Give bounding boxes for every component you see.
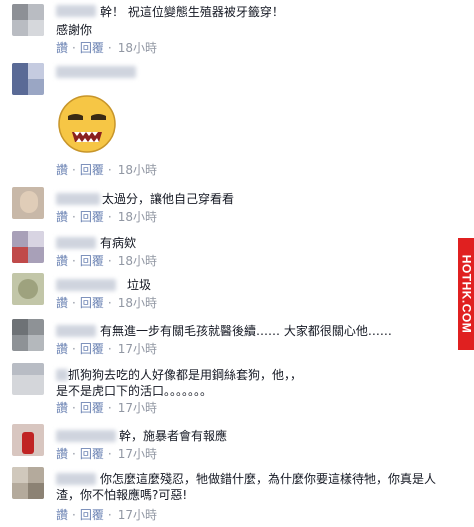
comment-text: 幹，施暴者會有報應 xyxy=(119,429,228,443)
separator: · xyxy=(72,163,76,177)
comment-text: 你怎麼這麼殘忍，牠做錯什麼，為什麼你要這樣待牠，你真是人 xyxy=(100,472,437,486)
commenter-name[interactable] xyxy=(56,430,116,442)
comment-text: 渣，你不怕報應嗎?可惡! xyxy=(56,488,188,502)
comment-actions: 讚 · 回覆 · 17小時 xyxy=(56,447,157,461)
separator: · xyxy=(107,508,112,522)
avatar[interactable] xyxy=(12,363,44,395)
timestamp[interactable]: 18小時 xyxy=(118,163,157,177)
timestamp[interactable]: 17小時 xyxy=(118,508,157,522)
comment-actions: 讚 · 回覆 · 17小時 xyxy=(56,342,157,356)
avatar[interactable] xyxy=(12,187,44,219)
like-link[interactable]: 讚 xyxy=(56,447,68,461)
comment-actions: 讚 · 回覆 · 18小時 xyxy=(56,254,157,268)
separator: · xyxy=(72,41,76,55)
separator: · xyxy=(107,401,112,415)
avatar[interactable] xyxy=(12,467,44,499)
commenter-name[interactable] xyxy=(56,193,100,205)
comment-text: 有病欸 xyxy=(100,236,137,250)
comment-actions: 讚 · 回覆 · 18小時 xyxy=(56,41,157,55)
watermark-text: HOTHK.COM xyxy=(459,254,473,334)
commenter-name[interactable] xyxy=(56,325,96,337)
separator: · xyxy=(107,447,112,461)
timestamp[interactable]: 18小時 xyxy=(118,210,157,224)
avatar[interactable] xyxy=(12,273,44,305)
commenter-name[interactable] xyxy=(56,237,96,249)
reply-link[interactable]: 回覆 xyxy=(80,401,104,415)
reply-link[interactable]: 回覆 xyxy=(80,447,104,461)
timestamp[interactable]: 17小時 xyxy=(118,401,157,415)
separator: · xyxy=(107,163,112,177)
reply-link[interactable]: 回覆 xyxy=(80,508,104,522)
comment-actions: 讚 · 回覆 · 17小時 xyxy=(56,401,157,415)
timestamp[interactable]: 18小時 xyxy=(118,296,157,310)
comment-text: 幹！ 祝這位變態生殖器被牙籤穿！ xyxy=(100,5,284,19)
separator: · xyxy=(107,210,112,224)
comment-actions: 讚 · 回覆 · 18小時 xyxy=(56,163,157,177)
like-link[interactable]: 讚 xyxy=(56,401,68,415)
avatar[interactable] xyxy=(12,319,44,351)
comment-text: 感謝你 xyxy=(56,23,93,37)
like-link[interactable]: 讚 xyxy=(56,163,68,177)
separator: · xyxy=(72,401,76,415)
commenter-name[interactable] xyxy=(56,66,136,78)
comment-text: 有無進一步有關毛孩就醫後續…… 大家都很關心他…… xyxy=(100,324,392,338)
watermark: HOTHK.COM xyxy=(458,238,474,350)
separator: · xyxy=(107,342,112,356)
comment-item: 抓狗狗去吃的人好像都是用鋼絲套狗，他，， 是不是虎口下的活口。。。。。。。 讚 ·… xyxy=(0,363,460,419)
comment-item: 有病欸 讚 · 回覆 · 18小時 xyxy=(0,231,460,271)
comment-text: 抓狗狗去吃的人好像都是用鋼絲套狗，他，， xyxy=(68,368,303,382)
comment-item: 你怎麼這麼殘忍，牠做錯什麼，為什麼你要這樣待牠，你真是人 渣，你不怕報應嗎?可惡… xyxy=(0,467,460,525)
timestamp[interactable]: 17小時 xyxy=(118,342,157,356)
comment-item: 讚 · 回覆 · 18小時 xyxy=(0,60,460,180)
separator: · xyxy=(72,210,76,224)
timestamp[interactable]: 18小時 xyxy=(118,41,157,55)
comment-item: 感謝你 讚 · 回覆 · 18小時 xyxy=(0,20,460,60)
separator: · xyxy=(72,342,76,356)
reply-link[interactable]: 回覆 xyxy=(80,342,104,356)
avatar[interactable] xyxy=(12,424,44,456)
comment-text: 太過分，讓他自己穿看看 xyxy=(102,192,235,206)
comment-item: 垃圾 讚 · 回覆 · 18小時 xyxy=(0,273,460,315)
comment-actions: 讚 · 回覆 · 18小時 xyxy=(56,296,157,310)
angry-face-sticker[interactable] xyxy=(56,92,118,154)
like-link[interactable]: 讚 xyxy=(56,210,68,224)
separator: · xyxy=(107,254,112,268)
separator: · xyxy=(72,447,76,461)
reply-link[interactable]: 回覆 xyxy=(80,163,104,177)
like-link[interactable]: 讚 xyxy=(56,342,68,356)
comment-actions: 讚 · 回覆 · 17小時 xyxy=(56,508,157,522)
comment-text: 是不是虎口下的活口。。。。。。。 xyxy=(56,384,213,398)
comment-text: 垃圾 xyxy=(127,278,152,292)
commenter-name[interactable] xyxy=(56,5,96,17)
separator: · xyxy=(107,41,112,55)
comment-actions: 讚 · 回覆 · 18小時 xyxy=(56,210,157,224)
timestamp[interactable]: 18小時 xyxy=(118,254,157,268)
separator: · xyxy=(72,296,76,310)
timestamp[interactable]: 17小時 xyxy=(118,447,157,461)
comment-item: 太過分，讓他自己穿看看 讚 · 回覆 · 18小時 xyxy=(0,187,460,229)
separator: · xyxy=(72,254,76,268)
avatar[interactable] xyxy=(12,63,44,95)
avatar[interactable] xyxy=(12,231,44,263)
like-link[interactable]: 讚 xyxy=(56,508,68,522)
commenter-name[interactable] xyxy=(56,473,96,485)
reply-link[interactable]: 回覆 xyxy=(80,210,104,224)
reply-link[interactable]: 回覆 xyxy=(80,296,104,310)
comment-item: 有無進一步有關毛孩就醫後續…… 大家都很關心他…… 讚 · 回覆 · 17小時 xyxy=(0,319,460,361)
commenter-name[interactable] xyxy=(56,369,68,381)
like-link[interactable]: 讚 xyxy=(56,296,68,310)
separator: · xyxy=(107,296,112,310)
like-link[interactable]: 讚 xyxy=(56,41,68,55)
reply-link[interactable]: 回覆 xyxy=(80,41,104,55)
commenter-name[interactable] xyxy=(56,279,116,291)
separator: · xyxy=(72,508,76,522)
like-link[interactable]: 讚 xyxy=(56,254,68,268)
reply-link[interactable]: 回覆 xyxy=(80,254,104,268)
comment-item: 幹，施暴者會有報應 讚 · 回覆 · 17小時 xyxy=(0,424,460,464)
